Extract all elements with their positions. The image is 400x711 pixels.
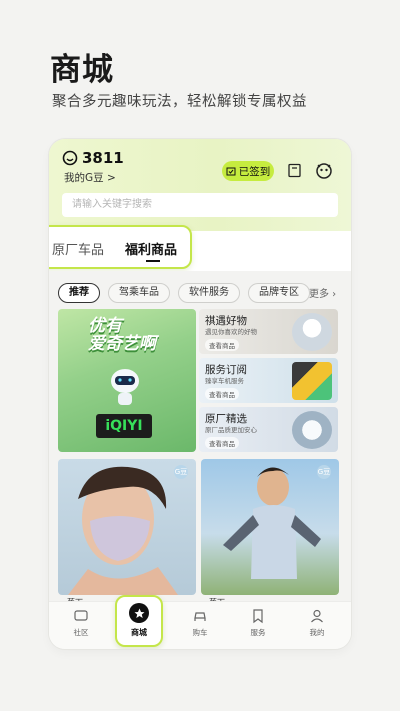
calendar-icon [226, 167, 236, 176]
iqiyi-logo: iQIYI [96, 414, 152, 438]
robot-mascot-icon [111, 369, 139, 405]
bookmark-icon [253, 609, 263, 624]
promo-card-goods[interactable]: 祺遇好物 遇见你喜欢的好物 查看商品 [199, 309, 338, 354]
product-image-mask [68, 466, 178, 595]
nav-buy-car[interactable]: 购车 [180, 608, 220, 638]
gdou-badge: G豆 [174, 465, 188, 479]
gdou-badge: G豆 [317, 465, 331, 479]
bottom-nav: 社区 购车 服务 我的 [49, 601, 351, 649]
page-subtitle: 聚合多元趣味玩法，轻松解锁专属权益 [52, 94, 307, 110]
product-card-mask[interactable]: G豆 [58, 459, 196, 595]
view-goods-button[interactable]: 查看商品 [205, 388, 239, 400]
content-area: 推荐 驾乘车品 软件服务 品牌专区 更多 › 优有 爱奇艺啊 iQIYI 祺遇好… [49, 271, 351, 649]
chip-driving[interactable]: 驾乘车品 [108, 283, 170, 303]
points-value: 3811 [82, 149, 124, 167]
active-tab-indicator [146, 260, 160, 262]
category-chips: 推荐 驾乘车品 软件服务 品牌专区 [58, 283, 310, 303]
iqiyi-headline: 优有 爱奇艺啊 [88, 316, 156, 354]
view-goods-button[interactable]: 查看商品 [205, 339, 239, 351]
chip-recommend[interactable]: 推荐 [58, 283, 100, 303]
nav-community[interactable]: 社区 [61, 608, 101, 638]
chat-bubble-icon [74, 610, 88, 621]
iqiyi-banner[interactable]: 优有 爱奇艺啊 iQIYI [58, 309, 196, 452]
tab-welfare-products[interactable]: 福利商品 [125, 239, 177, 258]
nav-mine[interactable]: 我的 [297, 608, 337, 638]
nav-mall[interactable]: 商城 [115, 595, 163, 647]
car-icon [194, 612, 206, 621]
my-gdou-link[interactable]: 我的G豆 > [64, 170, 116, 185]
phone-screen: 3811 我的G豆 > 已签到 请输入关键字搜索 原厂车品 福利商品 推荐 驾乘… [49, 139, 351, 649]
person-icon [311, 609, 323, 623]
promo-card-subscription[interactable]: 服务订阅 臻享车机服务 查看商品 [199, 358, 338, 403]
tab-factory-products[interactable]: 原厂车品 [52, 239, 104, 258]
search-input[interactable]: 请输入关键字搜索 [62, 193, 338, 217]
more-link[interactable]: 更多 › [309, 285, 336, 300]
orders-icon[interactable] [287, 163, 302, 178]
checkin-label: 已签到 [238, 165, 271, 178]
points-display[interactable]: 3811 [62, 149, 124, 167]
accessory-icon [292, 411, 332, 449]
promo-card-selection[interactable]: 原厂精选 原厂品质更加安心 查看商品 [199, 407, 338, 452]
nav-service[interactable]: 服务 [238, 608, 278, 638]
service-robot-icon[interactable] [315, 161, 333, 179]
product-image-sleeve [223, 467, 321, 579]
gdou-icon [62, 150, 78, 166]
cards-icon [292, 362, 332, 400]
chip-software[interactable]: 软件服务 [178, 283, 240, 303]
view-goods-button[interactable]: 查看商品 [205, 437, 239, 449]
robot-icon [292, 313, 332, 351]
product-card-sleeve[interactable]: G豆 [201, 459, 339, 595]
chip-brand[interactable]: 品牌专区 [248, 283, 310, 303]
checkin-button[interactable]: 已签到 [222, 161, 274, 181]
star-icon [129, 603, 149, 623]
page-title: 商城 [50, 52, 114, 88]
